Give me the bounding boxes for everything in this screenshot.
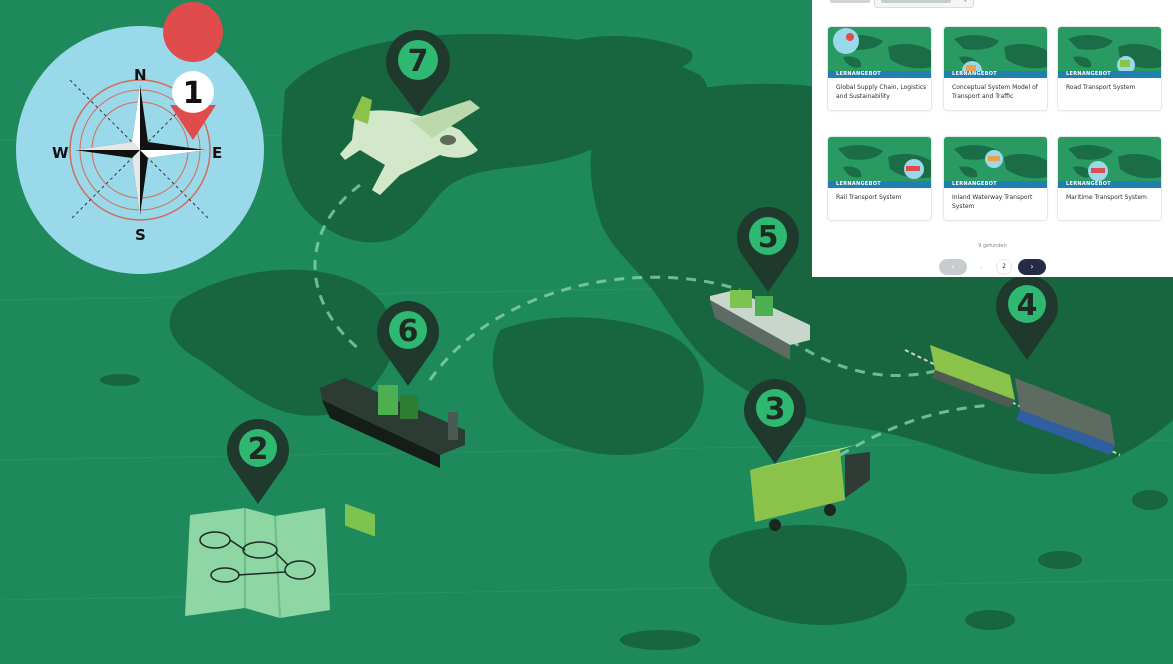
- results-count: 9 gefunden: [978, 243, 1007, 249]
- card-badge: LERNANGEBOT: [944, 71, 1047, 78]
- course-card[interactable]: LERNANGEBOT Road Transport System: [1058, 27, 1161, 110]
- filter-label: [830, 0, 870, 3]
- card-badge: LERNANGEBOT: [944, 181, 1047, 188]
- card-badge: LERNANGEBOT: [828, 181, 931, 188]
- pin-4-label: 4: [1017, 288, 1038, 323]
- pagination-ellipsis: ‹: [980, 264, 983, 271]
- card-title: Global Supply Chain, Logistics and Susta…: [836, 84, 927, 100]
- container-ship-icon: [320, 378, 465, 537]
- pin-3-label: 3: [765, 392, 786, 427]
- card-thumbnail: [1058, 27, 1161, 77]
- card-thumbnail: [1058, 137, 1161, 187]
- course-card[interactable]: LERNANGEBOT Maritime Transport System: [1058, 137, 1161, 220]
- card-title: Maritime Transport System: [1066, 194, 1147, 201]
- map-pin-2[interactable]: 2: [227, 419, 289, 504]
- card-thumbnail: [828, 137, 931, 187]
- card-badge: LERNANGEBOT: [828, 71, 931, 78]
- filter-dropdown[interactable]: ▾: [874, 0, 974, 8]
- course-card[interactable]: LERNANGEBOT Conceptual System Model of T…: [944, 27, 1047, 110]
- chevron-down-icon: ▾: [963, 0, 967, 4]
- folded-map-icon: [185, 508, 330, 619]
- pin-1-label: 1: [183, 76, 204, 111]
- pin-7-label: 7: [408, 44, 429, 79]
- course-card[interactable]: LERNANGEBOT Global Supply Chain, Logisti…: [828, 27, 931, 110]
- compass-rose: N E S W: [16, 26, 264, 274]
- map-pin-6[interactable]: 6: [377, 301, 439, 386]
- compass-west: W: [52, 144, 69, 162]
- card-thumbnail: [828, 27, 931, 77]
- card-title: Inland Waterway Transport System: [952, 194, 1033, 210]
- course-card[interactable]: LERNANGEBOT Inland Waterway Transport Sy…: [944, 137, 1047, 220]
- course-overview-panel: ▾ LERNANGEBOT Global Supply Chain, Logis…: [812, 0, 1173, 277]
- pagination-next-button[interactable]: ›: [1018, 259, 1046, 275]
- pin-2-label: 2: [248, 432, 269, 467]
- pagination-page-2[interactable]: 2: [996, 259, 1012, 275]
- compass-north: N: [134, 66, 147, 84]
- pin-6-label: 6: [398, 314, 419, 349]
- card-title: Conceptual System Model of Transport and…: [952, 84, 1038, 100]
- compass-east: E: [212, 144, 222, 162]
- card-thumbnail: [944, 137, 1047, 187]
- card-thumbnail: [944, 27, 1047, 77]
- pin-5-label: 5: [758, 220, 779, 255]
- truck-icon: [750, 445, 870, 531]
- pagination-prev-button[interactable]: ‹: [939, 259, 967, 275]
- card-badge: LERNANGEBOT: [1058, 181, 1161, 188]
- map-pin-3[interactable]: 3: [744, 379, 806, 464]
- card-title: Road Transport System: [1066, 84, 1136, 91]
- filter-bar: ▾: [812, 0, 1173, 18]
- card-title: Rail Transport System: [836, 194, 902, 201]
- course-card[interactable]: LERNANGEBOT Rail Transport System: [828, 137, 931, 220]
- card-badge: LERNANGEBOT: [1058, 71, 1161, 78]
- compass-south: S: [135, 226, 146, 244]
